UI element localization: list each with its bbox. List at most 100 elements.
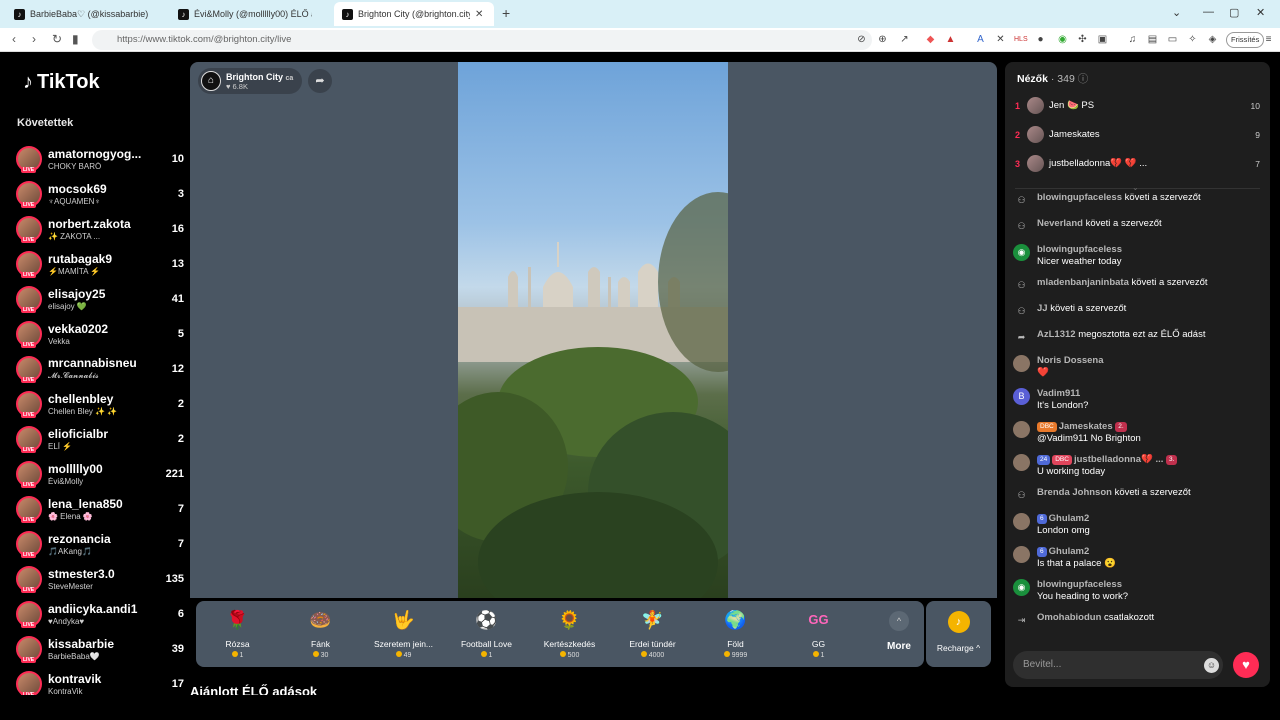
chat-username[interactable]: JJ [1037,303,1048,314]
following-item[interactable]: LIVE kissabarbie BarbieBaba🤍 39 [16,631,184,666]
chevron-down-icon[interactable]: ⌄ [1132,183,1139,192]
gift-item[interactable]: 🌹 Rózsa 1 [196,601,279,667]
emoji-icon[interactable]: ☺ [1204,658,1219,673]
following-item[interactable]: LIVE stmester3.0 SteveMester 135 [16,561,184,596]
following-item[interactable]: LIVE mollllly00 Évi&Molly 221 [16,456,184,491]
chat-message[interactable]: 6 Ghulam2 Is that a palace 😮 [1013,546,1263,570]
wallet-icon[interactable]: ▭ [1166,33,1179,46]
share-page-icon[interactable]: ↗ [898,33,911,46]
chat-message[interactable]: ⚇ mladenbanjaninbata követi a szervezőt [1013,277,1263,294]
chat-message[interactable]: 24 DBC justbelladonna💔 ... 3. U working tod… [1013,454,1263,478]
more-gifts-button[interactable]: ^ More [874,601,924,667]
maximize-icon[interactable]: ▢ [1229,6,1239,19]
following-item[interactable]: LIVE mocsok69 ♆AQUAMEN♆ 3 [16,176,184,211]
info-icon[interactable]: ⓘ [1078,73,1089,85]
following-item[interactable]: LIVE amatornogyog... CHOKY BARÓ 10 [16,141,184,176]
chat-username[interactable]: Neverland [1037,218,1083,229]
chat-username[interactable]: Ghulam2 [1049,513,1090,524]
gift-item[interactable]: 🧚 Erdei tündér 4000 [611,601,694,667]
chat-message[interactable]: ⚇ JJ követi a szervezőt [1013,303,1263,320]
recharge-button[interactable]: ♪ Recharge ^ [926,601,991,667]
reload-icon[interactable]: ↻ [52,32,62,46]
close-window-icon[interactable]: ✕ [1256,6,1265,19]
forward-icon[interactable]: › [32,32,36,46]
zoom-icon[interactable]: ⊕ [876,33,889,46]
url-field[interactable]: https://www.tiktok.com/@brighton.city/li… [92,30,872,50]
extension-icon[interactable]: ▣ [1096,33,1109,46]
extension-icon[interactable]: ◉ [1056,33,1069,46]
browser-tab[interactable]: ♪ Évi&Molly (@mollllly00) ÉLŐ adás [170,2,320,26]
following-item[interactable]: LIVE rutabagak9 ⚡MAMÍTA ⚡ 13 [16,246,184,281]
following-item[interactable]: LIVE andiicyka.andi1 ♥Andyka♥ 6 [16,596,184,631]
following-item[interactable]: LIVE mrcannabisneu 𝓜𝓻.𝓒𝓪𝓷𝓷𝓪𝓫𝓲𝓼 12 [16,351,184,386]
chat-message[interactable]: DBC Jameskates 2. @Vadim911 No Brighton [1013,421,1263,445]
following-item[interactable]: LIVE chellenbley Chellen Bley ✨ ✨ 2 [16,386,184,421]
gift-item[interactable]: 🍩 Fánk 30 [279,601,362,667]
extension-icon[interactable]: ⊘ [855,33,868,46]
top-viewer-row[interactable]: 1 Jen 🍉 PS 10 [1015,91,1262,120]
chat-message[interactable]: ◉ blowingupfaceless You heading to work? [1013,579,1263,603]
refresh-button[interactable]: Frissítés [1226,32,1265,48]
chat-message[interactable]: ⚇ Brenda Johnson követi a szervezőt [1013,487,1263,504]
chat-message[interactable]: ◉ blowingupfaceless Nicer weather today [1013,244,1263,268]
chat-input[interactable]: Bevitel... [1013,651,1223,679]
following-item[interactable]: LIVE elisajoy25 elisajoy 💚 41 [16,281,184,316]
chat-message[interactable]: Noris Dossena ❤️ [1013,355,1263,379]
leo-icon[interactable]: ✧ [1186,33,1199,46]
chat-username[interactable]: Ghulam2 [1049,546,1090,557]
host-info[interactable]: ⌂ Brighton City ca ♥ 6.8K [198,68,302,94]
chat-username[interactable]: Noris Dossena [1037,355,1104,366]
chat-message[interactable]: ➦ AzL1312 megosztotta ezt az ÉLŐ adást [1013,329,1263,346]
bookmark-icon[interactable]: ▮ [72,32,79,46]
gift-item[interactable]: 🌍 Föld 9999 [694,601,777,667]
puzzle-icon[interactable]: ✣ [1076,33,1089,46]
chat-message[interactable]: ⚇ Neverland követi a szervezőt [1013,218,1263,235]
sidebar-icon[interactable]: ▤ [1146,33,1159,46]
tiktok-logo[interactable]: ♪ TikTok [23,71,100,94]
gift-item[interactable]: ⚽ Football Love 1 [445,601,528,667]
chat-username[interactable]: justbelladonna💔 ... [1074,454,1163,465]
like-heart-icon[interactable]: ♥ [1233,652,1259,678]
translate-icon[interactable]: A [974,33,987,46]
extension-icon[interactable]: ✕ [994,33,1007,46]
chat-username[interactable]: blowingupfaceless [1037,192,1122,203]
tab-search-icon[interactable]: ⌄ [1172,6,1181,19]
chat-message[interactable]: 6 Ghulam2 London omg [1013,513,1263,537]
following-item[interactable]: LIVE norbert.zakota ✨ ZAKOTA ... 16 [16,211,184,246]
chat-message[interactable]: ⇥ Omohabiodun csatlakozott [1013,612,1263,629]
chat-username[interactable]: mladenbanjaninbata [1037,277,1129,288]
gift-item[interactable]: 🌻 Kertészkedés 500 [528,601,611,667]
new-tab-button[interactable]: + [502,5,510,21]
following-item[interactable]: LIVE rezonancia 🎵AKang🎵 7 [16,526,184,561]
chat-username[interactable]: Brenda Johnson [1037,487,1112,498]
vpn-icon[interactable]: ◈ [1206,33,1219,46]
back-icon[interactable]: ‹ [12,32,16,46]
extension-icon[interactable]: ● [1034,33,1047,46]
share-icon[interactable]: ➦ [308,69,332,93]
media-icon[interactable]: ♫ [1126,33,1139,46]
alert-icon[interactable]: ▲ [944,33,957,46]
chat-username[interactable]: AzL1312 [1037,329,1076,340]
gift-item[interactable]: 🤟 Szeretem jein... 49 [362,601,445,667]
chat-username[interactable]: Vadim911 [1037,388,1080,399]
minimize-icon[interactable]: — [1203,6,1214,18]
browser-tab-active[interactable]: ♪ Brighton City (@brighton.city) ✕ [334,2,494,26]
chat-username[interactable]: blowingupfaceless [1037,579,1122,590]
chat-message[interactable]: B Vadim911 It's London? [1013,388,1263,412]
following-item[interactable]: LIVE vekka0202 Vekka 5 [16,316,184,351]
following-item[interactable]: LIVE lena_lena850 🌸 Elena 🌸 7 [16,491,184,526]
browser-tab[interactable]: ♪ BarbieBaba♡ (@kissabarbie) ÉL [6,2,156,26]
chat-username[interactable]: Omohabiodun [1037,612,1101,623]
top-viewer-row[interactable]: 3 justbelladonna💔 💔 ... 7 [1015,149,1262,178]
chat-username[interactable]: Jameskates [1059,421,1113,432]
hls-extension-icon[interactable]: HLS [1014,33,1028,46]
menu-icon[interactable]: ≡ [1262,33,1275,46]
brave-shield-icon[interactable]: ◆ [924,33,937,46]
chat-username[interactable]: blowingupfaceless [1037,244,1122,255]
gift-item[interactable]: GG GG 1 [777,601,860,667]
following-item[interactable]: LIVE kontravik KontraVik 17 [16,666,184,695]
chat-message[interactable]: ⚇ blowingupfaceless követi a szervezőt [1013,192,1263,209]
live-video[interactable] [458,62,728,598]
top-viewer-row[interactable]: 2 Jameskates 9 [1015,120,1262,149]
following-item[interactable]: LIVE elioficialbr ELÍ ⚡ 2 [16,421,184,456]
